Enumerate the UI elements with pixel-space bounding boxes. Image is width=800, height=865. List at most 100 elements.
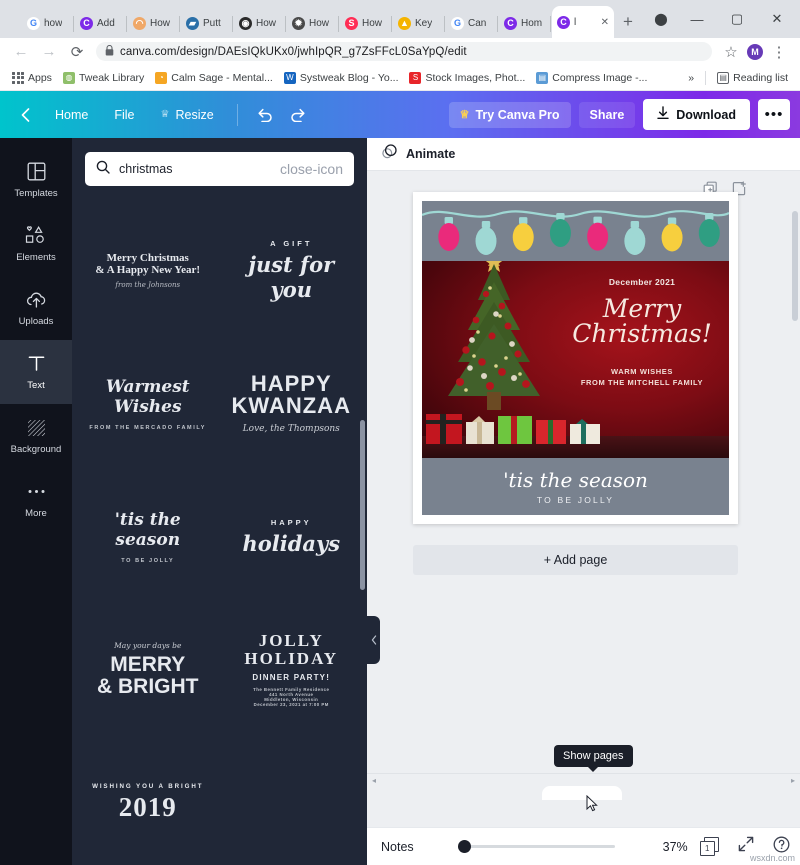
- template-line: WISHING YOU A BRIGHT: [92, 782, 204, 790]
- show-pages-handle[interactable]: [542, 786, 622, 800]
- template-card[interactable]: JOLLY HOLIDAY DINNER PARTY! The Bennett Fam…: [220, 603, 364, 736]
- divider: [705, 70, 707, 85]
- close-window-button[interactable]: ✕: [758, 4, 796, 34]
- address-bar[interactable]: canva.com/design/DAEsIQkUKx0/jwhIpQR_g7Z…: [96, 42, 712, 61]
- browser-tab[interactable]: ◠ How: [128, 8, 180, 38]
- browser-tab[interactable]: ▰ Putt: [181, 8, 233, 38]
- sidebar-item-templates[interactable]: Templates: [0, 148, 72, 212]
- browser-tab[interactable]: C Add: [75, 8, 127, 38]
- avatar[interactable]: M: [747, 43, 763, 60]
- sidebar-item-label: Templates: [14, 187, 58, 199]
- browser-tabstrip: Ghow C Add ◠ How ▰ Putt ◉ How ✹ How S How ▲ Key G Can C Ho…: [0, 0, 800, 38]
- canva-app: Home File ♕ Resize ♕ Try Canva Pro Share: [0, 91, 800, 865]
- search-input[interactable]: christmas: [119, 162, 271, 176]
- template-card[interactable]: 'tis the season TO BE JOLLY: [76, 470, 220, 603]
- zoom-slider[interactable]: [457, 840, 615, 853]
- show-pages-tooltip: Show pages: [554, 745, 633, 772]
- scroll-left-arrow[interactable]: ◂: [372, 776, 376, 785]
- page-indicator[interactable]: 1: [699, 837, 719, 856]
- template-card[interactable]: A GIFT just for you: [220, 204, 364, 337]
- design-page[interactable]: December 2021 Merry Christmas! WARM WISH…: [413, 192, 738, 524]
- add-page-button[interactable]: + Add page: [413, 545, 738, 575]
- template-card[interactable]: HAPPY KWANZAA Love, the Thompsons: [220, 337, 364, 470]
- browser-tab[interactable]: C Hom: [499, 8, 551, 38]
- template-card[interactable]: Merry Christmas & A Happy New Year! from t…: [76, 204, 220, 337]
- sidebar-item-uploads[interactable]: Uploads: [0, 276, 72, 340]
- browser-tab[interactable]: G Can: [446, 8, 498, 38]
- browser-tab[interactable]: Cl ✕: [552, 6, 614, 38]
- template-card[interactable]: WISHING YOU A BRIGHT 2019: [76, 736, 220, 865]
- template-line: JOLLY: [258, 630, 324, 650]
- minimize-button[interactable]: —: [678, 4, 716, 34]
- reload-button[interactable]: ⟳: [64, 39, 90, 65]
- browser-tab[interactable]: ▲ Key: [393, 8, 445, 38]
- sidebar-item-more[interactable]: More: [0, 468, 72, 532]
- resize-button[interactable]: ♕ Resize: [150, 102, 225, 128]
- gift-boxes-illustration: [426, 414, 600, 444]
- stock-images-icon: S: [409, 71, 422, 84]
- undo-icon[interactable]: [250, 100, 280, 130]
- forward-button[interactable]: →: [36, 39, 62, 65]
- canva-sidebar-rail: Templates Elements Uploads Text Background Mo…: [0, 138, 72, 865]
- redo-icon[interactable]: [284, 100, 314, 130]
- browser-menu-icon[interactable]: ⋮: [766, 39, 792, 65]
- bookmarks-overflow-button[interactable]: »: [684, 70, 698, 86]
- canva-icon: C: [504, 16, 517, 30]
- share-button[interactable]: Share: [578, 101, 636, 128]
- try-canva-pro-button[interactable]: ♕ Try Canva Pro: [448, 101, 571, 128]
- zoom-percent[interactable]: 37%: [663, 840, 688, 854]
- collapse-panel-button[interactable]: [367, 616, 380, 664]
- scroll-right-arrow[interactable]: ▸: [791, 776, 795, 785]
- sidebar-item-text[interactable]: Text: [0, 340, 72, 404]
- profile-badge-icon[interactable]: ⬤: [646, 4, 676, 34]
- bookmark-item[interactable]: W Systweak Blog - Yo...: [280, 70, 403, 86]
- bookmark-item[interactable]: ◍ Tweak Library: [59, 70, 148, 86]
- search-box[interactable]: christmas close-icon: [85, 152, 354, 186]
- canvas-vertical-scrollbar[interactable]: [792, 211, 798, 321]
- panel-scrollbar[interactable]: [360, 420, 365, 590]
- bookmark-star-icon[interactable]: ☆: [718, 39, 744, 65]
- reading-list-button[interactable]: ▤ Reading list: [713, 70, 792, 86]
- back-to-home-icon[interactable]: [10, 100, 40, 130]
- sidebar-item-background[interactable]: Background: [0, 404, 72, 468]
- template-line: Merry Christmas: [106, 252, 189, 264]
- download-button[interactable]: Download: [643, 99, 750, 130]
- maximize-button[interactable]: ▢: [718, 4, 756, 34]
- bookmark-item[interactable]: S Stock Images, Phot...: [405, 70, 529, 86]
- template-line: May your days be: [114, 640, 182, 650]
- christmas-tree-illustration: [448, 261, 540, 410]
- template-card[interactable]: Warmest Wishes FROM THE MERCADO FAMILY: [76, 337, 220, 470]
- bookmark-item[interactable]: Apps: [8, 70, 56, 86]
- browser-tab[interactable]: ✹ How: [287, 8, 339, 38]
- page-number: 1: [699, 841, 715, 856]
- home-button[interactable]: Home: [44, 102, 99, 128]
- zoom-knob[interactable]: [457, 840, 471, 853]
- template-line: & A Happy New Year!: [95, 264, 201, 276]
- card-warm-line1: WARM WISHES: [610, 367, 673, 377]
- animate-label[interactable]: Animate: [406, 147, 455, 161]
- file-button[interactable]: File: [103, 102, 145, 128]
- sidebar-item-elements[interactable]: Elements: [0, 212, 72, 276]
- card-photo: December 2021 Merry Christmas! WARM WISH…: [422, 261, 729, 458]
- browser-tab[interactable]: S How: [340, 8, 392, 38]
- new-tab-button[interactable]: +: [615, 9, 641, 35]
- zoom-track[interactable]: [457, 840, 615, 853]
- template-line: A GIFT: [270, 239, 313, 248]
- bookmark-item[interactable]: ◔ Calm Sage - Mental...: [151, 70, 277, 86]
- close-icon[interactable]: close-icon: [280, 161, 343, 177]
- bookmark-item[interactable]: ▤ Compress Image -...: [532, 70, 651, 86]
- template-card[interactable]: HAPPY holidays: [220, 470, 364, 603]
- elements-icon: [25, 226, 47, 246]
- browser-tab[interactable]: ◉ How: [234, 8, 286, 38]
- search-area: christmas close-icon: [72, 138, 367, 196]
- back-button[interactable]: ←: [8, 39, 34, 65]
- more-options-button[interactable]: •••: [758, 99, 790, 130]
- close-icon[interactable]: ✕: [601, 17, 609, 28]
- crown-icon: ♕: [459, 109, 470, 121]
- notes-button[interactable]: Notes: [381, 840, 414, 854]
- google-icon: G: [451, 16, 464, 30]
- browser-tab[interactable]: Ghow: [22, 8, 74, 38]
- canvas-horizontal-scroll[interactable]: ◂ ▸: [367, 773, 800, 786]
- template-card[interactable]: May your days be MERRY & BRIGHT: [76, 603, 220, 736]
- card-warm-line2: FROM THE MITCHELL FAMILY: [580, 378, 704, 388]
